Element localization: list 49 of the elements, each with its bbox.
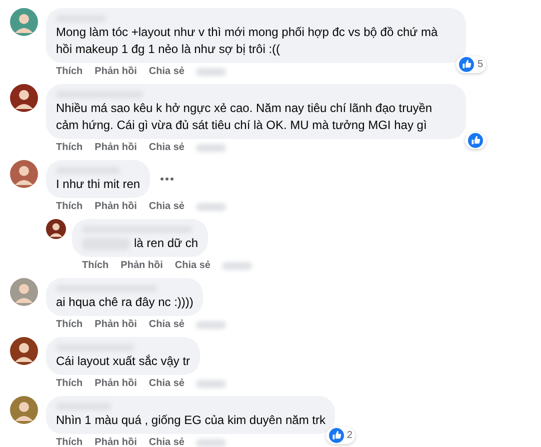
action-link[interactable]: Chia sẻ — [148, 141, 184, 155]
blurred-time — [222, 262, 252, 270]
avatar-icon[interactable] — [10, 396, 38, 424]
avatar-icon[interactable] — [10, 337, 38, 365]
blurred-time — [196, 321, 226, 329]
action-link[interactable]: Thích — [56, 318, 83, 332]
reaction-count: 2 — [346, 430, 352, 441]
blurred-time — [196, 380, 226, 388]
action-link[interactable]: Phản hồi — [94, 65, 137, 79]
action-link[interactable]: Chia sẻ — [148, 377, 184, 391]
action-link[interactable]: Thích — [56, 200, 83, 214]
action-link[interactable]: Thích — [56, 141, 83, 155]
comment-text: Cái layout xuất sắc vậy tr — [56, 353, 190, 370]
action-link[interactable]: Chia sẻ — [148, 436, 184, 447]
action-link[interactable]: Chia sẻ — [148, 318, 184, 332]
action-link[interactable]: Phản hồi — [94, 377, 137, 391]
like-icon — [468, 133, 483, 148]
action-link[interactable]: Phản hồi — [94, 318, 137, 332]
comment-text: Mong làm tóc +layout như v thì mới mong phối hợp đc vs bộ đồ chứ mà hồi makeup 1 đg 1 nẻo là như sợ bị trôi :(( — [56, 24, 439, 58]
comment-text: ai hqua chê ra đây nc :)))) — [56, 294, 194, 311]
comment-text: Nhiều má sao kêu k hở ngực xẻ cao. Năm nay tiêu chí lãnh đạo truyền cảm hứng. Cái gì vừa đủ sát tiêu chí là OK. MU mà tưởng MGI hay gì — [56, 100, 434, 134]
action-link[interactable]: Phản hồi — [94, 141, 137, 155]
more-icon[interactable] — [160, 177, 174, 181]
reaction-badge[interactable]: 2 — [326, 427, 356, 444]
action-link[interactable]: Chia sẻ — [148, 65, 184, 79]
action-link[interactable]: Chia sẻ — [174, 259, 210, 273]
reaction-badge[interactable]: 5 — [456, 56, 486, 73]
avatar-icon[interactable] — [10, 84, 38, 112]
blurred-time — [196, 203, 226, 211]
avatar-icon[interactable] — [46, 219, 66, 239]
reaction-badge[interactable] — [465, 132, 486, 149]
avatar-icon[interactable] — [10, 160, 38, 188]
action-link[interactable]: Thích — [56, 65, 83, 79]
blurred-time — [196, 68, 226, 76]
comment-text: Nhìn 1 màu quá , giống EG của kim duyên năm trk — [56, 412, 326, 429]
action-link[interactable]: Phản hồi — [94, 436, 137, 447]
action-link[interactable]: Phản hồi — [94, 200, 137, 214]
action-link[interactable]: Thích — [56, 436, 83, 447]
action-link[interactable]: Thích — [82, 259, 109, 273]
comment-text: là ren dữ ch — [134, 235, 198, 252]
comment-text: I như thi mit ren — [56, 176, 140, 193]
blurred-time — [196, 439, 226, 447]
action-link[interactable]: Chia sẻ — [148, 200, 184, 214]
blurred-time — [196, 144, 226, 152]
action-link[interactable]: Phản hồi — [120, 259, 163, 273]
reaction-count: 5 — [477, 59, 483, 70]
action-link[interactable]: Thích — [56, 377, 83, 391]
like-icon — [459, 57, 474, 72]
like-icon — [328, 428, 344, 443]
